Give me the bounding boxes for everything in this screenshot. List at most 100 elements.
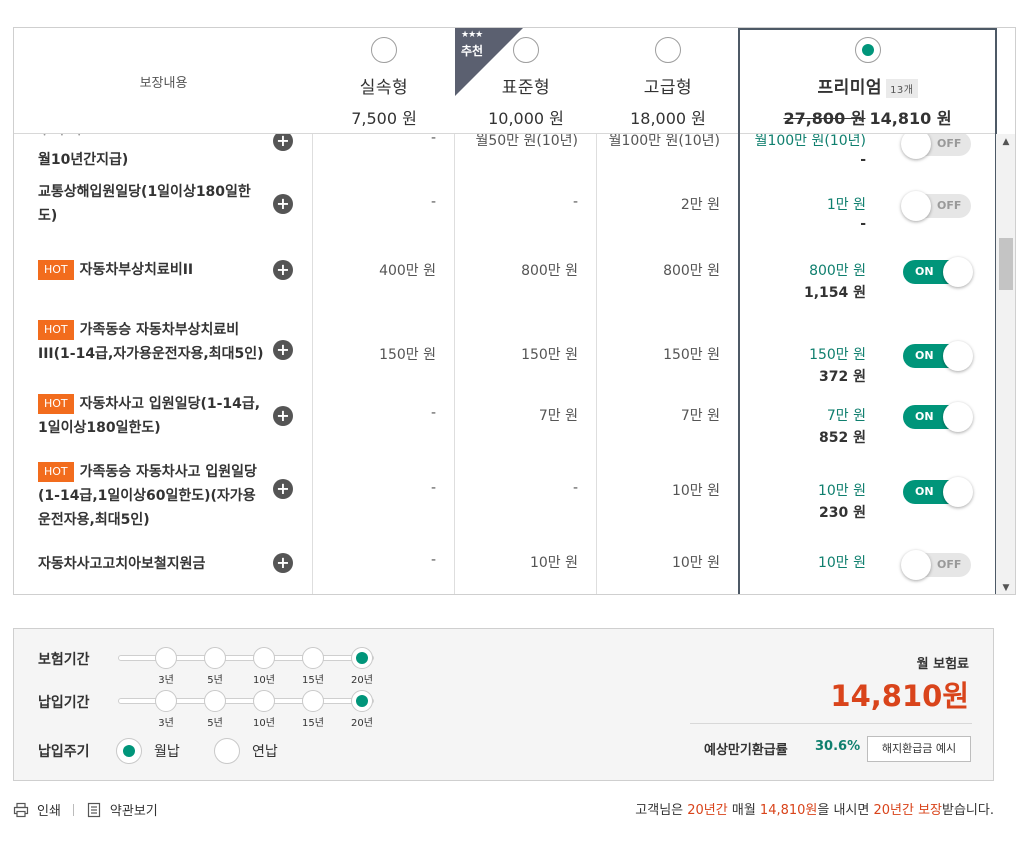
toggle-knob (943, 257, 973, 287)
plus-icon[interactable]: + (273, 553, 293, 573)
slider-tick: 5년 (207, 718, 223, 729)
slider-step-selected[interactable] (351, 690, 373, 712)
summary-text: 고객님은 20년간 매월 14,810원을 내시면 20년간 보장받습니다. (635, 799, 994, 818)
yearly-payment-label[interactable]: 연납 (252, 741, 278, 761)
plus-icon[interactable]: + (273, 194, 293, 214)
slider-tick: 10년 (253, 718, 275, 729)
row-premium-amount: 372 원 (819, 369, 866, 385)
slider-tick: 3년 (158, 675, 174, 686)
plus-icon[interactable]: + (273, 340, 293, 360)
coverage-column-header: 보장내용 (139, 75, 188, 91)
print-link[interactable]: 인쇄 (37, 800, 61, 819)
scroll-thumb[interactable] (999, 238, 1013, 290)
plan-basic[interactable]: 실속형 7,500 원 (313, 28, 455, 134)
plan-premium-name: 프리미엄 (817, 78, 883, 98)
value-standard: - (572, 480, 578, 496)
value-standard: 800만 원 (521, 263, 578, 279)
monthly-payment-radio[interactable] (116, 738, 142, 764)
value-standard: 7만 원 (538, 408, 578, 424)
table-row: 교통상해입원일당(1일이상180일한도) + - - 2만 원 1만 원 - O… (14, 172, 996, 240)
printer-icon[interactable] (13, 802, 29, 818)
slider-tick: 15년 (302, 718, 324, 729)
plan-standard-price: 10,000 원 (488, 109, 564, 128)
slider-step[interactable] (253, 690, 275, 712)
plan-premium[interactable]: 프리미엄 13개 27,800 원 14,810 원 (739, 28, 996, 134)
slider-tick: 15년 (302, 675, 324, 686)
toggle-knob (901, 134, 931, 159)
summary-part: 매월 (727, 803, 760, 818)
monthly-premium-label: 월 보험료 (916, 657, 969, 672)
plan-premium-radio[interactable] (854, 37, 881, 63)
value-standard: 150만 원 (521, 347, 578, 363)
slider-step-selected[interactable] (351, 647, 373, 669)
coverage-toggle[interactable]: ON (903, 341, 973, 371)
value-advanced: 7만 원 (680, 408, 720, 424)
slider-step[interactable] (155, 690, 177, 712)
value-basic: - (430, 552, 436, 568)
hot-badge: HOT (38, 394, 74, 414)
scroll-down-arrow-icon[interactable]: ▼ (996, 580, 1015, 594)
value-advanced: 2만 원 (680, 197, 720, 213)
slider-tick: 10년 (253, 675, 275, 686)
row-label-text: 자동차부상치료비II (79, 262, 194, 278)
toggle-knob (901, 191, 931, 221)
plan-basic-radio[interactable] (371, 37, 397, 63)
insurance-period-label: 보험기간 (38, 652, 90, 668)
row-premium-amount: 230 원 (819, 505, 866, 521)
slider-step[interactable] (253, 647, 275, 669)
summary-part: 받습니다. (942, 803, 994, 818)
toggle-knob (943, 477, 973, 507)
footer-separator (72, 803, 74, 816)
slider-tick: 3년 (158, 718, 174, 729)
row-label: 자동차사고고치아보철지원금 (38, 556, 206, 572)
slider-tick: 20년 (351, 675, 373, 686)
refund-rate-value: 30.6% (815, 739, 861, 754)
coverage-toggle[interactable]: ON (903, 477, 973, 507)
slider-step[interactable] (155, 647, 177, 669)
payment-period-slider[interactable]: 3년 5년 10년 15년 20년 (116, 690, 376, 730)
plus-icon[interactable]: + (273, 406, 293, 426)
row-label-cut: ㆍ ㆍ ㆍ (38, 134, 86, 144)
table-scrollbar[interactable]: ▲ ▼ (996, 134, 1015, 594)
plus-icon[interactable]: + (273, 260, 293, 280)
value-premium: 1만 원 (826, 197, 866, 213)
coverage-toggle[interactable]: OFF (901, 550, 971, 580)
value-basic: - (430, 134, 436, 146)
value-basic: 150만 원 (379, 347, 436, 363)
coverage-table: 보장내용 실속형 7,500 원 표준형 10,000 원 고급형 18,000… (13, 27, 1016, 595)
yearly-payment-radio[interactable] (214, 738, 240, 764)
row-label: HOT 자동차부상치료비II (38, 258, 268, 282)
coverage-rows: ㆍ ㆍ ㆍ 월10년간지급) + - 월50만 원(10년) 월100만 원(10… (14, 134, 996, 592)
plan-basic-price: 7,500 원 (351, 109, 417, 128)
terms-link[interactable]: 약관보기 (110, 800, 158, 819)
document-icon[interactable] (86, 802, 102, 818)
monthly-payment-label[interactable]: 월납 (154, 741, 180, 761)
value-premium: 월100만 원(10년) (754, 134, 866, 149)
coverage-toggle[interactable]: OFF (901, 134, 971, 159)
coverage-toggle[interactable]: OFF (901, 191, 971, 221)
slider-step[interactable] (204, 690, 226, 712)
value-premium: 800만 원 (809, 263, 866, 279)
table-row: HOT 가족동승 자동차사고 입원일당(1-14급,1일이상60일한도)(자가용운… (14, 450, 996, 532)
value-advanced: 150만 원 (663, 347, 720, 363)
slider-step[interactable] (302, 647, 324, 669)
slider-step[interactable] (302, 690, 324, 712)
plus-icon[interactable]: + (273, 479, 293, 499)
scroll-up-arrow-icon[interactable]: ▲ (996, 134, 1015, 150)
plan-advanced[interactable]: 고급형 18,000 원 (597, 28, 739, 134)
value-basic: 400만 원 (379, 263, 436, 279)
plan-advanced-name: 고급형 (643, 78, 693, 98)
hot-badge: HOT (38, 320, 74, 340)
monthly-premium-amount: 14,810원 (830, 679, 969, 713)
slider-step[interactable] (204, 647, 226, 669)
insurance-period-slider[interactable]: 3년 5년 10년 15년 20년 (116, 647, 376, 687)
plus-icon[interactable]: + (273, 134, 293, 151)
coverage-toggle[interactable]: ON (903, 257, 973, 287)
hot-badge: HOT (38, 260, 74, 280)
coverage-rows-viewport[interactable]: ㆍ ㆍ ㆍ 월10년간지급) + - 월50만 원(10년) 월100만 원(10… (14, 134, 996, 594)
plan-advanced-radio[interactable] (655, 37, 681, 63)
payment-cycle-label: 납입주기 (38, 744, 90, 760)
refund-example-button[interactable]: 해지환급금 예시 (867, 736, 971, 762)
value-standard: 10만 원 (529, 555, 578, 571)
coverage-toggle[interactable]: ON (903, 402, 973, 432)
